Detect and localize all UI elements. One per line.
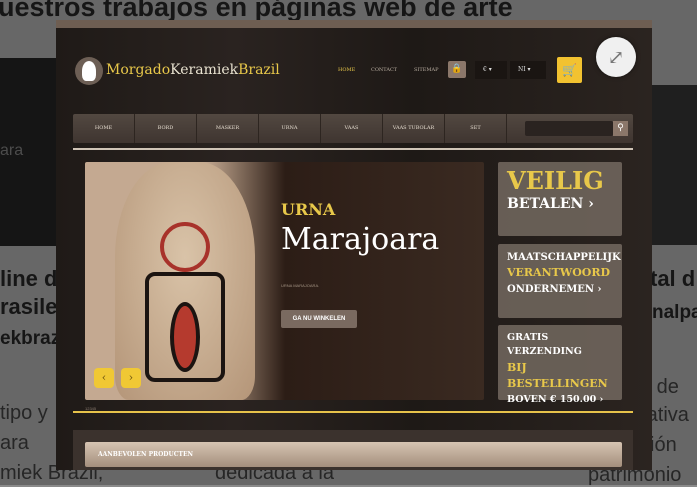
- chevron-right-icon[interactable]: ›: [121, 368, 141, 388]
- featured-heading: AANBEVOLEN PRODUCTEN: [85, 442, 622, 467]
- nav-urna[interactable]: URNA: [259, 114, 321, 143]
- top-link-contact[interactable]: CONTACT: [371, 67, 397, 73]
- divider: [73, 148, 633, 150]
- promo-line: BOVEN € 150.00 ›: [507, 393, 604, 405]
- featured-section: AANBEVOLEN PRODUCTEN: [73, 430, 633, 470]
- promo-line: ONDERNEMEN ›: [507, 283, 602, 295]
- nav-bord[interactable]: BORD: [135, 114, 197, 143]
- nav-vaas[interactable]: VAAS: [321, 114, 383, 143]
- chevron-left-icon[interactable]: ‹: [94, 368, 114, 388]
- top-link-sitemap[interactable]: SITEMAP: [414, 67, 438, 73]
- lightbox-image: MorgadoKeramiekBrazil HOME CONTACT SITEM…: [56, 20, 652, 470]
- search-icon[interactable]: ⚲: [613, 121, 628, 136]
- logo-part: Morgado: [106, 62, 171, 78]
- nav-home[interactable]: HOME: [73, 114, 135, 143]
- nav-vaas-tubolar[interactable]: VAAS TUBOLAR: [383, 114, 445, 143]
- logo-part: Keramiek: [170, 62, 239, 78]
- shop-now-button[interactable]: GA NU WINKELEN: [281, 310, 357, 328]
- expand-icon[interactable]: ⤢: [596, 37, 636, 77]
- logo-part: Brazil: [238, 62, 280, 78]
- currency-select[interactable]: € ▾: [475, 61, 507, 79]
- slide-category: URNA: [281, 200, 336, 219]
- hero-slider: URNA Marajoara URNA MARAJOARA. GA NU WIN…: [85, 162, 484, 400]
- promo-line: GRATIS VERZENDING: [507, 332, 582, 358]
- promo-csr[interactable]: MAATSCHAPPELIJK VERANTWOORD ONDERNEMEN ›: [498, 244, 622, 318]
- vase-logo-icon: [75, 57, 103, 85]
- lightbox-top-bar: [56, 20, 652, 28]
- promo-line: VERANTWOORD: [507, 266, 611, 279]
- slide-title: Marajoara: [281, 222, 440, 257]
- promo-line: BIJ BESTELLINGEN: [507, 360, 608, 391]
- nav-masker[interactable]: MASKER: [197, 114, 259, 143]
- nav-set[interactable]: SET: [445, 114, 507, 143]
- cart-icon[interactable]: 🛒: [557, 57, 582, 83]
- promo-secure-payment[interactable]: VEILIG BETALEN ›: [498, 162, 622, 236]
- slide-caption: URNA MARAJOARA.: [281, 283, 320, 288]
- promo-line: BETALEN ›: [507, 196, 594, 213]
- lock-icon[interactable]: 🔒: [448, 61, 466, 78]
- promo-line: MAATSCHAPPELIJK: [507, 252, 621, 263]
- divider: [73, 411, 633, 413]
- site-logo[interactable]: MorgadoKeramiekBrazil: [106, 62, 280, 78]
- promo-free-shipping[interactable]: GRATIS VERZENDING BIJ BESTELLINGEN BOVEN…: [498, 325, 622, 405]
- promo-line: VEILIG: [507, 166, 604, 195]
- language-select[interactable]: NI ▾: [510, 61, 546, 79]
- urn-image: [115, 162, 255, 400]
- top-link-home[interactable]: HOME: [338, 67, 355, 73]
- search-input[interactable]: [525, 121, 613, 136]
